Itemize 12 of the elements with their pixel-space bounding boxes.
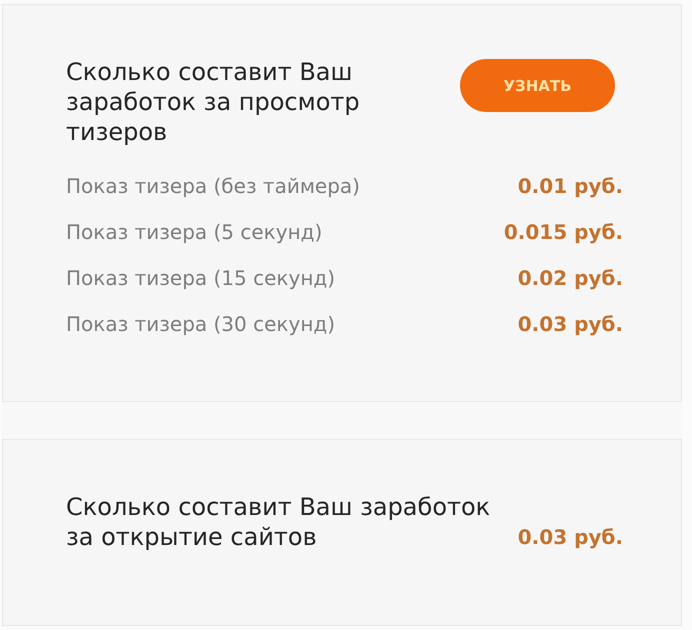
- learn-button[interactable]: УЗНАТЬ: [460, 59, 615, 112]
- rate-label: Показ тизера (без таймера): [66, 174, 360, 198]
- rate-price: 0.015 руб.: [504, 220, 623, 244]
- rate-price: 0.03 руб.: [518, 524, 623, 551]
- rate-price: 0.02 руб.: [518, 266, 623, 290]
- rate-label: Показ тизера (30 секунд): [66, 312, 336, 336]
- rate-price: 0.01 руб.: [518, 174, 623, 198]
- card-title: Сколько составит Ваш заработок за просмотр тизеров: [66, 57, 361, 147]
- rate-price: 0.03 руб.: [518, 312, 623, 336]
- card-title: Сколько составит Ваш заработок за открытие сайтов: [66, 492, 492, 552]
- rate-label: Показ тизера (5 секунд): [66, 220, 322, 244]
- rate-label: Показ тизера (15 секунд): [66, 266, 336, 290]
